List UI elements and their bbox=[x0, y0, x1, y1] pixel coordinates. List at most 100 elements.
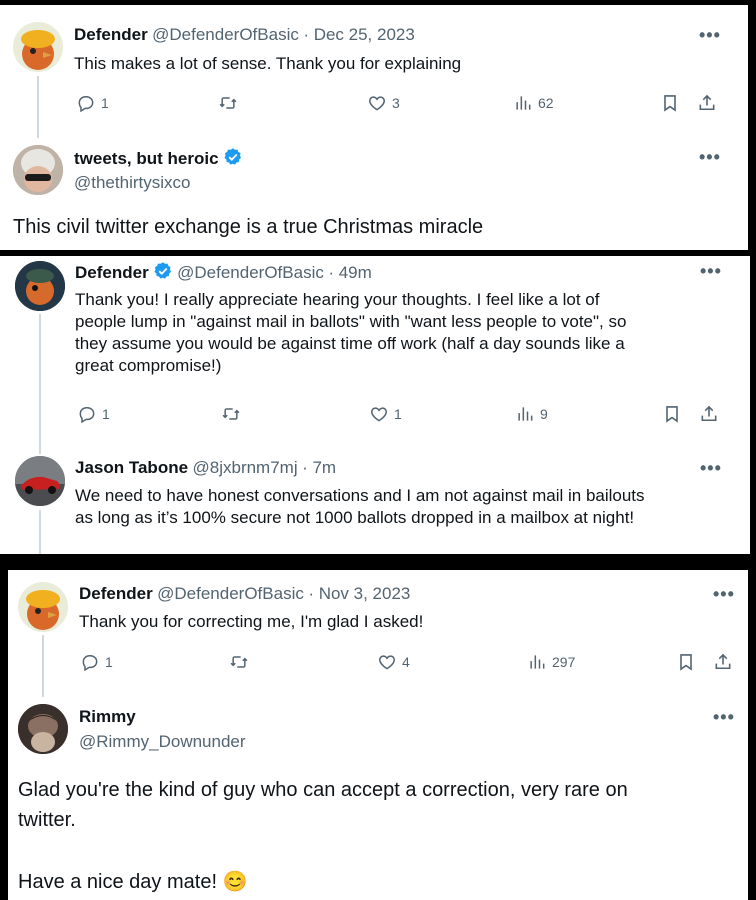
more-icon[interactable]: ••• bbox=[700, 261, 722, 282]
more-icon[interactable]: ••• bbox=[699, 25, 721, 46]
panel-border-right bbox=[748, 0, 756, 256]
avatar[interactable] bbox=[18, 582, 68, 632]
tweet-text-line: twitter. bbox=[18, 809, 76, 831]
bookmark-icon bbox=[660, 93, 680, 113]
username[interactable]: @DefenderOfBasic bbox=[177, 263, 324, 282]
display-name[interactable]: tweets, but heroic bbox=[74, 149, 219, 168]
reply-button[interactable]: 1 bbox=[76, 93, 109, 113]
tweet-header: Jason Tabone @8jxbrnm7mj · 7m bbox=[75, 458, 336, 478]
share-icon bbox=[697, 93, 717, 113]
thread-line bbox=[39, 314, 41, 454]
thread-line bbox=[37, 76, 39, 138]
views-button[interactable]: 9 bbox=[515, 404, 548, 424]
reply-count: 1 bbox=[105, 654, 113, 670]
bookmark-button[interactable] bbox=[676, 652, 696, 672]
display-name[interactable]: Defender bbox=[79, 584, 153, 603]
panel-border-bottom bbox=[0, 554, 756, 570]
like-count: 1 bbox=[394, 406, 402, 422]
tweet-date[interactable]: · 49m bbox=[328, 263, 371, 282]
like-button[interactable]: 3 bbox=[367, 93, 400, 113]
tweet-date[interactable]: · Dec 25, 2023 bbox=[303, 25, 415, 44]
views-icon bbox=[527, 652, 547, 672]
like-icon bbox=[367, 93, 387, 113]
avatar[interactable] bbox=[15, 261, 65, 311]
views-button[interactable]: 62 bbox=[513, 93, 554, 113]
views-icon bbox=[513, 93, 533, 113]
bookmark-button[interactable] bbox=[660, 93, 680, 113]
avatar[interactable] bbox=[15, 456, 65, 506]
verified-badge-icon bbox=[223, 147, 243, 167]
verified-badge-icon bbox=[153, 261, 173, 281]
share-button[interactable] bbox=[699, 404, 719, 424]
username[interactable]: @Rimmy_Downunder bbox=[79, 732, 246, 752]
tweet-text-line: Have a nice day mate! 😊 bbox=[18, 867, 628, 897]
reply-icon bbox=[80, 652, 100, 672]
tweet-text-line: great compromise!) bbox=[75, 356, 222, 375]
views-count: 297 bbox=[552, 654, 576, 670]
share-button[interactable] bbox=[697, 93, 717, 113]
reply-count: 1 bbox=[101, 95, 109, 111]
bookmark-button[interactable] bbox=[662, 404, 682, 424]
like-icon bbox=[377, 652, 397, 672]
screenshot-panel-3: Defender @DefenderOfBasic · Nov 3, 2023 … bbox=[0, 570, 756, 900]
retweet-button[interactable] bbox=[221, 404, 241, 424]
more-icon[interactable]: ••• bbox=[713, 707, 735, 728]
like-count: 3 bbox=[392, 95, 400, 111]
tweet-date[interactable]: · 7m bbox=[302, 458, 336, 477]
views-button[interactable]: 297 bbox=[527, 652, 575, 672]
tweet-text-line: Glad you're the kind of guy who can acce… bbox=[18, 779, 628, 801]
bookmark-icon bbox=[676, 652, 696, 672]
tweet-header: tweets, but heroic bbox=[74, 147, 243, 169]
tweet-text: Thank you for correcting me, I'm glad I … bbox=[79, 612, 424, 631]
more-icon[interactable]: ••• bbox=[713, 584, 735, 605]
avatar[interactable] bbox=[13, 22, 63, 72]
tweet-text: We need to have honest conversations and… bbox=[75, 485, 645, 529]
thread-line bbox=[39, 510, 41, 554]
avatar[interactable] bbox=[18, 704, 68, 754]
retweet-icon bbox=[221, 404, 241, 424]
tweet-text-line: as long as it’s 100% secure not 1000 bal… bbox=[75, 508, 635, 527]
screenshot-panel-1: Defender @DefenderOfBasic · Dec 25, 2023… bbox=[0, 0, 756, 256]
share-icon bbox=[699, 404, 719, 424]
tweet-header: Defender @DefenderOfBasic · 49m bbox=[75, 261, 372, 283]
retweet-button[interactable] bbox=[229, 652, 249, 672]
username[interactable]: @8jxbrnm7mj bbox=[193, 458, 298, 477]
tweet-date[interactable]: · Nov 3, 2023 bbox=[308, 584, 410, 603]
display-name[interactable]: Rimmy bbox=[79, 707, 136, 727]
more-icon[interactable]: ••• bbox=[700, 458, 722, 479]
views-count: 62 bbox=[538, 95, 554, 111]
reply-button[interactable]: 1 bbox=[77, 404, 110, 424]
tweet-text-line: We need to have honest conversations and… bbox=[75, 486, 645, 505]
username[interactable]: @DefenderOfBasic bbox=[157, 584, 304, 603]
share-button[interactable] bbox=[713, 652, 733, 672]
like-button[interactable]: 4 bbox=[377, 652, 410, 672]
tweet-text-line: they assume you would be against time of… bbox=[75, 334, 625, 353]
display-name[interactable]: Defender bbox=[75, 263, 149, 282]
tweet-text: This civil twitter exchange is a true Ch… bbox=[13, 216, 484, 238]
reply-button[interactable]: 1 bbox=[80, 652, 113, 672]
display-name[interactable]: Jason Tabone bbox=[75, 458, 188, 477]
tweet-text: Thank you! I really appreciate hearing y… bbox=[75, 289, 626, 377]
tweet-text-line: people lump in "against mail in ballots"… bbox=[75, 312, 627, 331]
tweet-text-line: Thank you! I really appreciate hearing y… bbox=[75, 290, 600, 309]
tweet-text-segment: Have a nice day mate! bbox=[18, 871, 217, 893]
share-icon bbox=[713, 652, 733, 672]
avatar[interactable] bbox=[13, 145, 63, 195]
retweet-icon bbox=[229, 652, 249, 672]
tweet-header: Defender @DefenderOfBasic · Nov 3, 2023 bbox=[79, 584, 410, 604]
reply-icon bbox=[76, 93, 96, 113]
tweet-header: Defender @DefenderOfBasic · Dec 25, 2023 bbox=[74, 25, 415, 45]
username[interactable]: @thethirtysixco bbox=[74, 173, 190, 193]
display-name[interactable]: Defender bbox=[74, 25, 148, 44]
like-count: 4 bbox=[402, 654, 410, 670]
like-button[interactable]: 1 bbox=[369, 404, 402, 424]
retweet-button[interactable] bbox=[218, 93, 238, 113]
more-icon[interactable]: ••• bbox=[699, 147, 721, 168]
panel-border-left bbox=[0, 570, 8, 900]
views-icon bbox=[515, 404, 535, 424]
retweet-icon bbox=[218, 93, 238, 113]
username[interactable]: @DefenderOfBasic bbox=[152, 25, 299, 44]
bookmark-icon bbox=[662, 404, 682, 424]
tweet-text: This makes a lot of sense. Thank you for… bbox=[74, 54, 462, 73]
views-count: 9 bbox=[540, 406, 548, 422]
